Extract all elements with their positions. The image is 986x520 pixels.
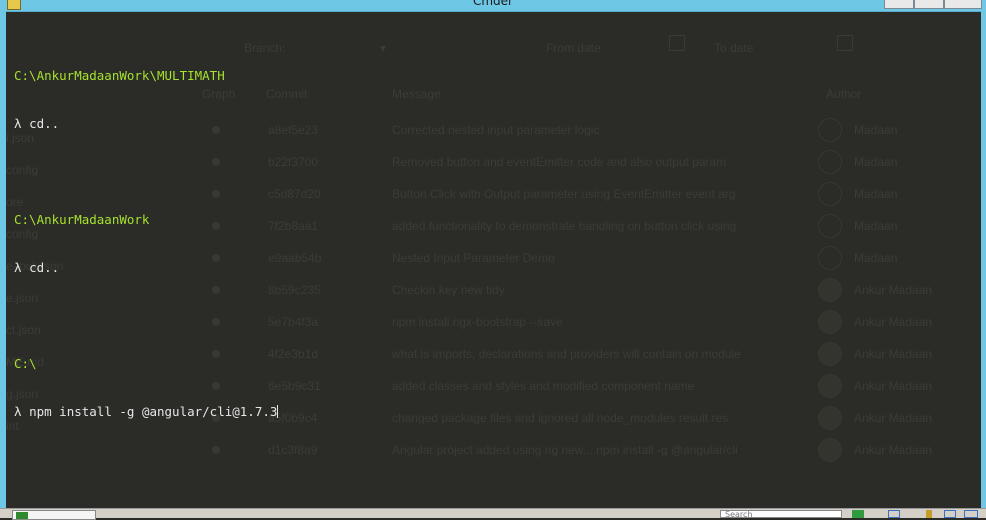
author-avatar — [818, 118, 842, 142]
author-avatar — [818, 310, 842, 334]
author-avatar — [818, 214, 842, 238]
commit-author: Ankur Madaan — [854, 443, 933, 457]
commit-message: npm install ngx-bootstrap --save — [392, 315, 563, 329]
author-column-header: Author — [826, 87, 862, 101]
commit-message: Removed button and eventEmitter code and… — [392, 155, 727, 169]
commit-hash: d1c3f8a9 — [268, 443, 318, 457]
search-placeholder: Search — [725, 510, 753, 519]
commit-author: Madaan — [854, 123, 898, 137]
author-avatar — [818, 438, 842, 462]
message-column-header: Message — [392, 87, 441, 101]
command-text: cd.. — [29, 260, 60, 275]
commit-author: Ankur Madaan — [854, 315, 933, 329]
commit-message: Nested Input Parameter Demo — [392, 251, 555, 265]
minimize-button[interactable] — [884, 0, 914, 9]
console-output[interactable]: C:\AnkurMadaanWork\MULTIMATH λ cd.. C:\A… — [14, 36, 279, 436]
author-avatar — [818, 406, 842, 430]
commit-author: Madaan — [854, 251, 898, 265]
commit-author: Madaan — [854, 219, 898, 233]
commit-message: Button Click with Output parameter using… — [392, 187, 736, 201]
lambda-prompt: λ — [14, 260, 22, 275]
command-line: λ cd.. — [14, 260, 278, 276]
author-avatar — [818, 278, 842, 302]
author-avatar — [818, 374, 842, 398]
from-date-label: From date — [546, 41, 601, 55]
commit-message: added classes and styles and modified co… — [392, 379, 695, 393]
lambda-prompt: λ — [14, 404, 22, 419]
commit-author: Madaan — [854, 187, 898, 201]
to-date-label: To date — [714, 41, 754, 55]
command-line[interactable]: λ npm install -g @angular/cli@1.7.3 — [14, 404, 279, 420]
author-avatar — [818, 182, 842, 206]
prompt-path: C:\AnkurMadaanWork — [14, 212, 150, 227]
commit-message: Checkin key new tidy — [392, 283, 505, 297]
author-avatar — [818, 342, 842, 366]
commit-message: added functionality to demonstrate handl… — [392, 219, 737, 233]
commit-message: what is imports, declarations and provid… — [392, 347, 741, 361]
commit-author: Ankur Madaan — [854, 411, 933, 425]
window-title-bar[interactable]: Cmder — [0, 0, 986, 12]
author-avatar — [818, 150, 842, 174]
commit-author: Ankur Madaan — [854, 379, 933, 393]
maximize-button[interactable] — [914, 0, 944, 9]
command-text: cd.. — [29, 116, 60, 131]
commit-message: changed package files and ignored all no… — [392, 411, 729, 425]
command-line: λ cd.. — [14, 116, 278, 132]
branch-select: ▾ — [380, 41, 387, 55]
commit-author: Madaan — [854, 155, 898, 169]
commit-message: Corrected nested input parameter logic — [392, 123, 600, 137]
commit-message: Angular project added using ng new... np… — [392, 443, 738, 457]
window-frame-left — [0, 11, 6, 508]
window-title: Cmder — [472, 0, 513, 8]
commit-row: d1c3f8a9 Angular project added using ng … — [6, 435, 981, 467]
to-date-picker-icon — [837, 35, 853, 51]
prompt-path: C:\ — [14, 356, 37, 371]
console-tab-icon — [16, 512, 28, 519]
window-frame-right — [981, 11, 986, 508]
prompt-path: C:\AnkurMadaanWork\MULTIMATH — [14, 68, 225, 83]
command-input[interactable]: npm install -g @angular/cli@1.7.3 — [29, 404, 277, 419]
console-tab[interactable] — [12, 510, 96, 520]
commit-author: Ankur Madaan — [854, 283, 933, 297]
lambda-prompt: λ — [14, 116, 22, 131]
commit-author: Ankur Madaan — [854, 347, 933, 361]
graph-node — [212, 446, 220, 454]
text-cursor — [277, 405, 279, 418]
close-button[interactable] — [944, 0, 982, 9]
from-date-picker-icon — [669, 35, 685, 51]
author-avatar — [818, 246, 842, 270]
